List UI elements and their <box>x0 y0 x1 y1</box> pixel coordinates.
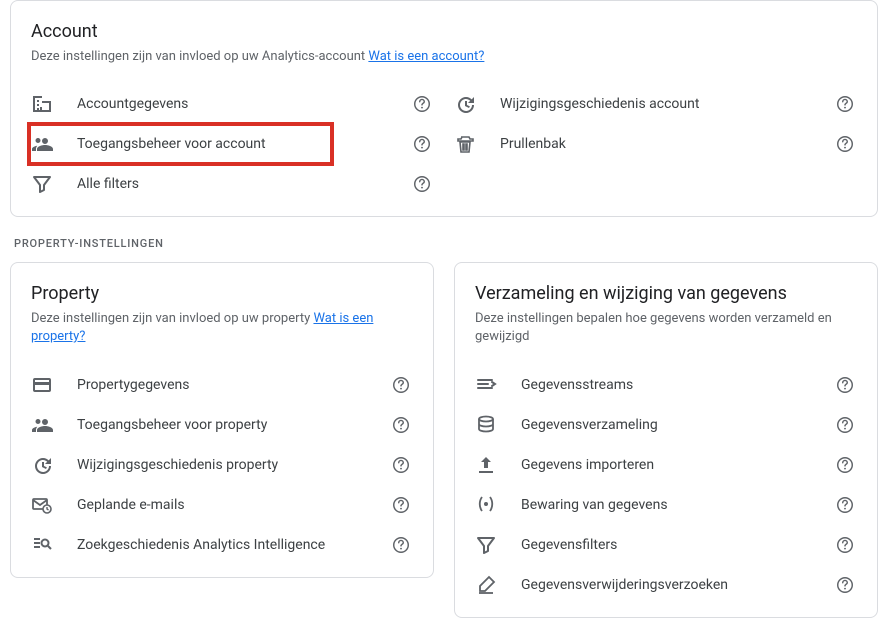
property-section-label: PROPERTY-INSTELLINGEN <box>14 237 878 250</box>
mail-clock-icon <box>31 494 77 516</box>
data-filters-row[interactable]: Gegevensfilters <box>475 525 857 565</box>
help-icon[interactable] <box>833 415 857 435</box>
streams-icon <box>475 374 521 396</box>
property-card: Property Deze instellingen zijn van invl… <box>10 262 434 577</box>
account-details-label: Accountgegevens <box>77 96 410 112</box>
account-subtitle: Deze instellingen zijn van invloed op uw… <box>31 48 857 66</box>
help-icon[interactable] <box>833 375 857 395</box>
help-icon[interactable] <box>410 134 434 154</box>
database-icon <box>475 414 521 436</box>
data-retention-row[interactable]: Bewaring van gegevens <box>475 485 857 525</box>
account-access-row[interactable]: Toegangsbeheer voor account <box>31 124 434 164</box>
account-what-is-link[interactable]: Wat is een account? <box>368 49 484 64</box>
trash-row[interactable]: Prullenbak <box>454 124 857 164</box>
search-list-icon <box>31 534 77 556</box>
help-icon[interactable] <box>833 535 857 555</box>
help-icon[interactable] <box>389 455 413 475</box>
account-card: Account Deze instellingen zijn van invlo… <box>10 0 878 217</box>
people-icon <box>31 414 77 436</box>
help-icon[interactable] <box>833 455 857 475</box>
help-icon[interactable] <box>389 415 413 435</box>
all-filters-row[interactable]: Alle filters <box>31 164 434 204</box>
property-subtitle: Deze instellingen zijn van invloed op uw… <box>31 310 413 346</box>
history-icon <box>454 93 500 115</box>
data-streams-row[interactable]: Gegevensstreams <box>475 365 857 405</box>
help-icon[interactable] <box>833 134 857 154</box>
all-filters-label: Alle filters <box>77 176 410 192</box>
help-icon[interactable] <box>833 495 857 515</box>
scheduled-emails-row[interactable]: Geplande e-mails <box>31 485 413 525</box>
collection-title: Verzameling en wijziging van gegevens <box>475 283 857 304</box>
property-details-row[interactable]: Propertygegevens <box>31 365 413 405</box>
filter-icon <box>31 173 77 195</box>
property-title: Property <box>31 283 413 304</box>
data-collection-row[interactable]: Gegevensverzameling <box>475 405 857 445</box>
data-collection-card: Verzameling en wijziging van gegevens De… <box>454 262 878 617</box>
account-access-label: Toegangsbeheer voor account <box>77 136 410 152</box>
help-icon[interactable] <box>389 375 413 395</box>
search-history-row[interactable]: Zoekgeschiedenis Analytics Intelligence <box>31 525 413 565</box>
trash-label: Prullenbak <box>500 136 833 152</box>
filter-icon <box>475 534 521 556</box>
retention-icon <box>475 494 521 516</box>
help-icon[interactable] <box>389 535 413 555</box>
trash-icon <box>454 133 500 155</box>
people-icon <box>31 133 77 155</box>
erase-icon <box>475 574 521 596</box>
property-history-row[interactable]: Wijzigingsgeschiedenis property <box>31 445 413 485</box>
account-title: Account <box>31 21 857 42</box>
help-icon[interactable] <box>410 94 434 114</box>
help-icon[interactable] <box>833 94 857 114</box>
upload-icon <box>475 454 521 476</box>
help-icon[interactable] <box>389 495 413 515</box>
domain-icon <box>31 93 77 115</box>
account-history-label: Wijzigingsgeschiedenis account <box>500 96 833 112</box>
data-import-row[interactable]: Gegevens importeren <box>475 445 857 485</box>
card-icon <box>31 374 77 396</box>
help-icon[interactable] <box>410 174 434 194</box>
property-access-row[interactable]: Toegangsbeheer voor property <box>31 405 413 445</box>
history-icon <box>31 454 77 476</box>
help-icon[interactable] <box>833 575 857 595</box>
account-details-row[interactable]: Accountgegevens <box>31 84 434 124</box>
data-deletion-row[interactable]: Gegevensverwijderingsverzoeken <box>475 565 857 605</box>
account-history-row[interactable]: Wijzigingsgeschiedenis account <box>454 84 857 124</box>
collection-subtitle: Deze instellingen bepalen hoe gegevens w… <box>475 310 857 346</box>
